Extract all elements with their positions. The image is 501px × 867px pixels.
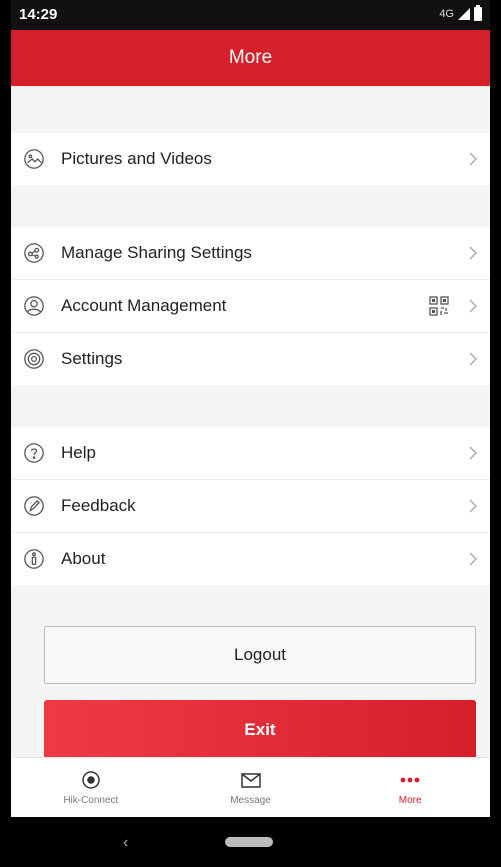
network-type: 4G <box>439 8 454 20</box>
chevron-right-icon <box>469 499 477 513</box>
tab-label: Hik-Connect <box>63 795 119 806</box>
menu-group-support: Help Feedback About <box>11 427 490 585</box>
exit-label: Exit <box>244 720 276 739</box>
image-icon <box>24 149 44 169</box>
battery-icon <box>474 5 482 21</box>
tab-message[interactable]: Message <box>171 758 331 818</box>
bottom-tab-bar: Hik-Connect Message More <box>11 757 490 818</box>
help-icon <box>24 443 44 463</box>
back-chevron-icon[interactable]: ‹ <box>123 834 128 852</box>
menu-group-account: Manage Sharing Settings Account Manageme… <box>11 227 490 385</box>
menu-item-account-management[interactable]: Account Management <box>11 280 490 333</box>
menu-item-about[interactable]: About <box>11 533 490 585</box>
tab-label: Message <box>230 795 271 806</box>
status-time: 14:29 <box>19 6 58 23</box>
menu-item-help[interactable]: Help <box>11 427 490 480</box>
menu-item-settings[interactable]: Settings <box>11 333 490 385</box>
feedback-icon <box>24 496 44 516</box>
menu-item-label: Pictures and Videos <box>61 149 212 168</box>
exit-button[interactable]: Exit <box>44 700 476 760</box>
menu-item-label: Help <box>61 443 96 462</box>
menu-group-media: Pictures and Videos <box>11 133 490 185</box>
chevron-right-icon <box>469 446 477 460</box>
android-nav-bar: ‹ <box>11 817 490 867</box>
menu-item-manage-sharing[interactable]: Manage Sharing Settings <box>11 227 490 280</box>
chevron-right-icon <box>469 352 477 366</box>
qr-code-icon[interactable] <box>429 296 449 316</box>
status-indicators: 4G <box>439 5 482 21</box>
status-bar: 14:29 4G <box>11 0 490 30</box>
menu-item-label: Settings <box>61 349 123 368</box>
chevron-right-icon <box>469 246 477 260</box>
signal-icon <box>458 8 470 20</box>
settings-icon <box>24 349 44 369</box>
tab-more[interactable]: More <box>330 758 490 818</box>
about-icon <box>24 549 44 569</box>
more-dots-icon <box>400 777 420 783</box>
page-title: More <box>228 47 273 68</box>
logout-button[interactable]: Logout <box>44 626 476 684</box>
menu-item-pictures-videos[interactable]: Pictures and Videos <box>11 133 490 185</box>
page-header: More <box>11 30 490 86</box>
home-pill-icon[interactable] <box>225 837 273 847</box>
logout-label: Logout <box>234 645 286 664</box>
app-screen: 14:29 4G More Pictures and Videos Manage… <box>11 0 490 867</box>
chevron-right-icon <box>469 552 477 566</box>
menu-item-label: Feedback <box>61 496 136 515</box>
sharing-icon <box>24 243 44 263</box>
chevron-right-icon <box>469 299 477 313</box>
account-icon <box>24 296 44 316</box>
menu-item-label: About <box>61 549 106 568</box>
menu-item-feedback[interactable]: Feedback <box>11 480 490 533</box>
tab-label: More <box>398 795 422 806</box>
chevron-right-icon <box>469 152 477 166</box>
camera-icon <box>82 771 100 789</box>
tab-hik-connect[interactable]: Hik-Connect <box>11 758 171 818</box>
menu-item-label: Manage Sharing Settings <box>61 243 252 262</box>
message-icon <box>240 773 261 788</box>
menu-item-label: Account Management <box>61 296 227 315</box>
